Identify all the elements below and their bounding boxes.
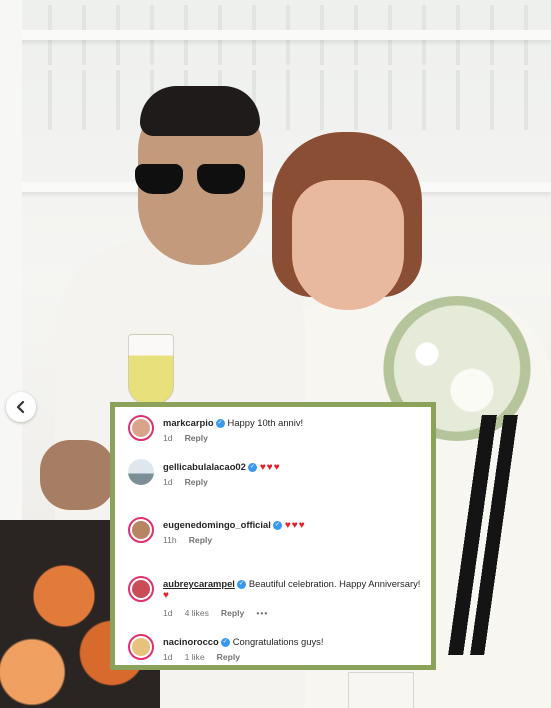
comment-likes[interactable]: 4 likes <box>185 608 209 618</box>
comment-username[interactable]: gellicabulalacao02 <box>163 461 246 472</box>
sunglasses <box>135 160 255 198</box>
verified-badge-icon: ✓ <box>272 520 282 530</box>
comment-time: 1d <box>163 477 173 487</box>
comment-text-line: gellicabulalacao02 ✓ ♥♥♥ <box>163 461 281 473</box>
verified-badge-icon: ✓ <box>220 637 230 647</box>
verified-badge-icon: ✓ <box>247 462 257 472</box>
comment-username[interactable]: markcarpio <box>163 417 214 428</box>
comment-meta: 1d Reply <box>163 477 220 487</box>
table-card <box>348 672 414 708</box>
avatar[interactable] <box>128 634 154 660</box>
comment-text-line: markcarpio ✓ Happy 10th anniv! <box>163 417 303 429</box>
comment-meta: 1d Reply <box>163 433 220 443</box>
heart-emoji-icon: ♥♥♥ <box>259 462 281 473</box>
avatar[interactable] <box>128 459 154 485</box>
comment-text-line: aubreycarampel ✓ Beautiful celebration. Ha… <box>163 578 420 590</box>
comment-meta: 11h Reply <box>163 535 224 545</box>
reply-button[interactable]: Reply <box>217 652 240 662</box>
comment-text-line: eugenedomingo_official ✓ ♥♥♥ <box>163 519 306 531</box>
comment-time: 1d <box>163 652 173 662</box>
comment-username[interactable]: nacinorocco <box>163 636 219 647</box>
comment-text-line: nacinorocco ✓ Congratulations guys! <box>163 636 323 648</box>
reply-button[interactable]: Reply <box>185 477 208 487</box>
comment-text: Beautiful celebration. Happy Anniversary… <box>248 578 421 589</box>
verified-badge-icon: ✓ <box>215 418 225 428</box>
comment-time: 1d <box>163 608 173 618</box>
comment-text: Happy 10th anniv! <box>227 417 304 428</box>
shelf-top <box>18 30 551 40</box>
woman-face <box>292 180 404 310</box>
comment-meta: 1d 1 like Reply <box>163 652 252 662</box>
comment-meta: 1d 4 likes Reply ••• <box>163 608 280 618</box>
comment-time: 11h <box>163 535 177 545</box>
heart-emoji-icon: ♥♥♥ <box>284 520 306 531</box>
man-arm <box>40 440 115 510</box>
avatar[interactable] <box>128 517 154 543</box>
champagne-glass <box>128 334 174 404</box>
comment-likes[interactable]: 1 like <box>185 652 205 662</box>
reply-button[interactable]: Reply <box>189 535 212 545</box>
comments-panel: markcarpio ✓ Happy 10th anniv! 1d Reply gel… <box>110 402 436 670</box>
more-options-icon[interactable]: ••• <box>256 608 268 618</box>
comment-text: Congratulations guys! <box>232 636 324 647</box>
avatar[interactable] <box>128 576 154 602</box>
verified-badge-icon: ✓ <box>236 579 246 589</box>
heart-emoji-icon: ♥ <box>163 590 170 601</box>
man-hair <box>140 86 260 136</box>
glassware-shelf-middle <box>30 70 551 130</box>
comment-time: 1d <box>163 433 173 443</box>
comment-username[interactable]: eugenedomingo_official <box>163 519 271 530</box>
chevron-left-icon <box>16 401 25 413</box>
reply-button[interactable]: Reply <box>185 433 208 443</box>
avatar[interactable] <box>128 415 154 441</box>
reply-button[interactable]: Reply <box>221 608 244 618</box>
previous-photo-button[interactable] <box>6 392 36 422</box>
comment-username[interactable]: aubreycarampel <box>163 578 235 589</box>
